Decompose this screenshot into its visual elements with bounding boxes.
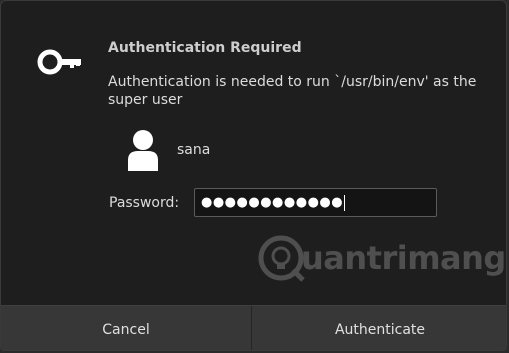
button-bar: Cancel Authenticate xyxy=(1,305,506,350)
password-input[interactable]: ●●●●●●●●●●●● xyxy=(194,188,437,217)
watermark-logo-icon xyxy=(258,235,305,282)
key-icon xyxy=(37,49,81,75)
authenticate-button[interactable]: Authenticate xyxy=(252,306,506,350)
username-label: sana xyxy=(177,142,211,158)
authentication-dialog: Authentication Required Authentication i… xyxy=(0,0,507,351)
watermark-text: uantrimang xyxy=(301,239,506,277)
user-avatar-icon xyxy=(128,130,158,171)
dialog-message: Authentication is needed to run `/usr/bi… xyxy=(108,74,477,108)
cancel-button[interactable]: Cancel xyxy=(1,306,252,350)
password-label: Password: xyxy=(109,195,180,211)
watermark: uantrimang xyxy=(257,233,506,283)
password-masked-value: ●●●●●●●●●●●● xyxy=(201,195,344,210)
text-caret xyxy=(344,194,346,211)
dialog-title: Authentication Required xyxy=(108,40,302,56)
